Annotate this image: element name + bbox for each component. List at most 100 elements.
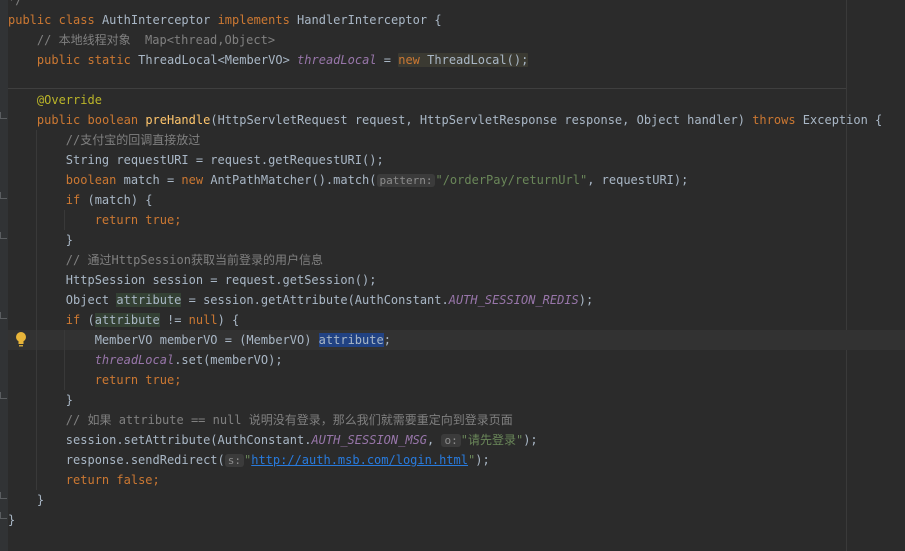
- code-text: match =: [123, 173, 182, 187]
- code-line[interactable]: }: [8, 390, 73, 410]
- keyword: public: [36, 53, 81, 67]
- code-text: ,: [427, 433, 442, 447]
- keyword: return: [94, 373, 139, 387]
- method-params: (HttpServletRequest request, HttpServlet…: [210, 113, 745, 127]
- code-line[interactable]: if (attribute != null) {: [8, 310, 239, 330]
- right-margin-guide: [846, 0, 847, 551]
- code-line[interactable]: // 如果 attribute == null 说明没有登录，那么我们就需要重定…: [8, 410, 513, 430]
- keyword: implements: [217, 13, 290, 27]
- keyword: static: [87, 53, 131, 67]
- code-line[interactable]: }: [8, 230, 73, 250]
- code-text: );: [578, 293, 594, 307]
- keyword: new: [398, 53, 420, 67]
- code-line[interactable]: @Override: [8, 90, 102, 110]
- code-line[interactable]: */: [8, 0, 22, 10]
- string-literal: "请先登录": [460, 433, 524, 447]
- fold-marker[interactable]: [0, 192, 7, 199]
- code-line[interactable]: // 通过HttpSession获取当前登录的用户信息: [8, 250, 323, 270]
- fold-marker[interactable]: [0, 392, 7, 399]
- exception-type: Exception {: [802, 113, 883, 127]
- keyword: new: [181, 173, 204, 187]
- semicolon: ;: [174, 213, 182, 227]
- parameter-hint: pattern:: [376, 174, 436, 187]
- code-text: ;: [383, 333, 391, 347]
- code-line[interactable]: HttpSession session = request.getSession…: [8, 270, 377, 290]
- code-text: = session.getAttribute(AuthConstant.: [181, 293, 449, 307]
- parameter-hint: o:: [441, 434, 461, 447]
- code-text: );: [523, 433, 538, 447]
- type-name: ThreadLocal<MemberVO>: [138, 53, 290, 67]
- editor-gutter[interactable]: [0, 0, 8, 551]
- fold-marker[interactable]: [0, 112, 7, 119]
- code-statement: HttpSession session = request.getSession…: [65, 273, 377, 287]
- keyword: null: [188, 313, 218, 327]
- code-statement: String requestURI = request.getRequestUR…: [65, 153, 384, 167]
- url-link[interactable]: http://auth.msb.com/login.html: [251, 453, 468, 467]
- brace: {: [434, 13, 442, 27]
- code-text: .set(memberVO);: [174, 353, 283, 367]
- variable-usage: attribute: [116, 293, 182, 307]
- code-comment: // 如果 attribute == null 说明没有登录，那么我们就需要重定…: [65, 413, 513, 427]
- code-text: Object: [65, 293, 117, 307]
- keyword: if: [65, 313, 81, 327]
- fold-marker[interactable]: [0, 512, 7, 519]
- string-literal: "/orderPay/returnUrl": [435, 173, 588, 187]
- code-text: , requestURI);: [587, 173, 689, 187]
- code-line[interactable]: threadLocal.set(memberVO);: [8, 350, 283, 370]
- comment-fragment: */: [8, 0, 23, 7]
- code-text: (: [87, 313, 95, 327]
- parameter-hint: s:: [224, 454, 244, 467]
- semicolon: ;: [152, 473, 160, 487]
- code-line[interactable]: if (match) {: [8, 190, 153, 210]
- code-text: (match) {: [87, 193, 153, 207]
- code-comment: // 通过HttpSession获取当前登录的用户信息: [65, 253, 323, 267]
- code-text: );: [475, 453, 490, 467]
- code-line[interactable]: session.setAttribute(AuthConstant.AUTH_S…: [8, 430, 538, 450]
- code-line[interactable]: public boolean preHandle(HttpServletRequ…: [8, 110, 882, 130]
- code-line[interactable]: Object attribute = session.getAttribute(…: [8, 290, 593, 310]
- class-name: AuthInterceptor: [101, 13, 211, 27]
- keyword: return: [65, 473, 110, 487]
- keyword: public: [8, 13, 52, 27]
- code-line[interactable]: // 本地线程对象 Map<thread,Object>: [8, 30, 275, 50]
- static-field: threadLocal: [297, 53, 377, 67]
- brace: }: [8, 513, 16, 527]
- code-line[interactable]: }: [8, 510, 15, 530]
- keyword: false: [116, 473, 153, 487]
- keyword: throws: [752, 113, 796, 127]
- constant-field: AUTH_SESSION_REDIS: [448, 293, 579, 307]
- constructor-call: ThreadLocal();: [427, 53, 529, 67]
- code-line-current[interactable]: MemberVO memberVO = (MemberVO) attribute…: [8, 330, 391, 350]
- method-separator: [8, 88, 846, 89]
- variable-usage: attribute: [94, 313, 160, 327]
- fold-marker[interactable]: [0, 492, 7, 499]
- code-line[interactable]: return false;: [8, 470, 160, 490]
- selected-variable[interactable]: attribute: [318, 333, 384, 347]
- brace: }: [36, 493, 45, 507]
- code-line[interactable]: boolean match = new AntPathMatcher().mat…: [8, 170, 688, 190]
- keyword: true: [145, 213, 175, 227]
- code-line[interactable]: return true;: [8, 370, 182, 390]
- code-line[interactable]: }: [8, 490, 44, 510]
- interface-name: HandlerInterceptor: [297, 13, 428, 27]
- code-line[interactable]: public class AuthInterceptor implements …: [8, 10, 442, 30]
- fold-marker[interactable]: [0, 312, 7, 319]
- code-line[interactable]: String requestURI = request.getRequestUR…: [8, 150, 384, 170]
- brace: }: [65, 233, 74, 247]
- keyword: boolean: [87, 113, 139, 127]
- keyword: return: [94, 213, 139, 227]
- keyword: if: [65, 193, 81, 207]
- brace: }: [65, 393, 74, 407]
- code-line[interactable]: //支付宝的回调直接放过: [8, 130, 200, 150]
- keyword: boolean: [65, 173, 117, 187]
- keyword: true: [145, 373, 175, 387]
- code-line[interactable]: response.sendRedirect(s: "http://auth.msb…: [8, 450, 490, 470]
- code-line[interactable]: return true;: [8, 210, 182, 230]
- code-line[interactable]: public static ThreadLocal<MemberVO> thre…: [8, 50, 529, 70]
- code-text: response.sendRedirect(: [65, 453, 225, 467]
- semicolon: ;: [174, 373, 182, 387]
- annotation: @Override: [36, 93, 102, 107]
- fold-marker[interactable]: [0, 232, 7, 239]
- static-field: threadLocal: [94, 353, 175, 367]
- code-text: AntPathMatcher().match(: [210, 173, 377, 187]
